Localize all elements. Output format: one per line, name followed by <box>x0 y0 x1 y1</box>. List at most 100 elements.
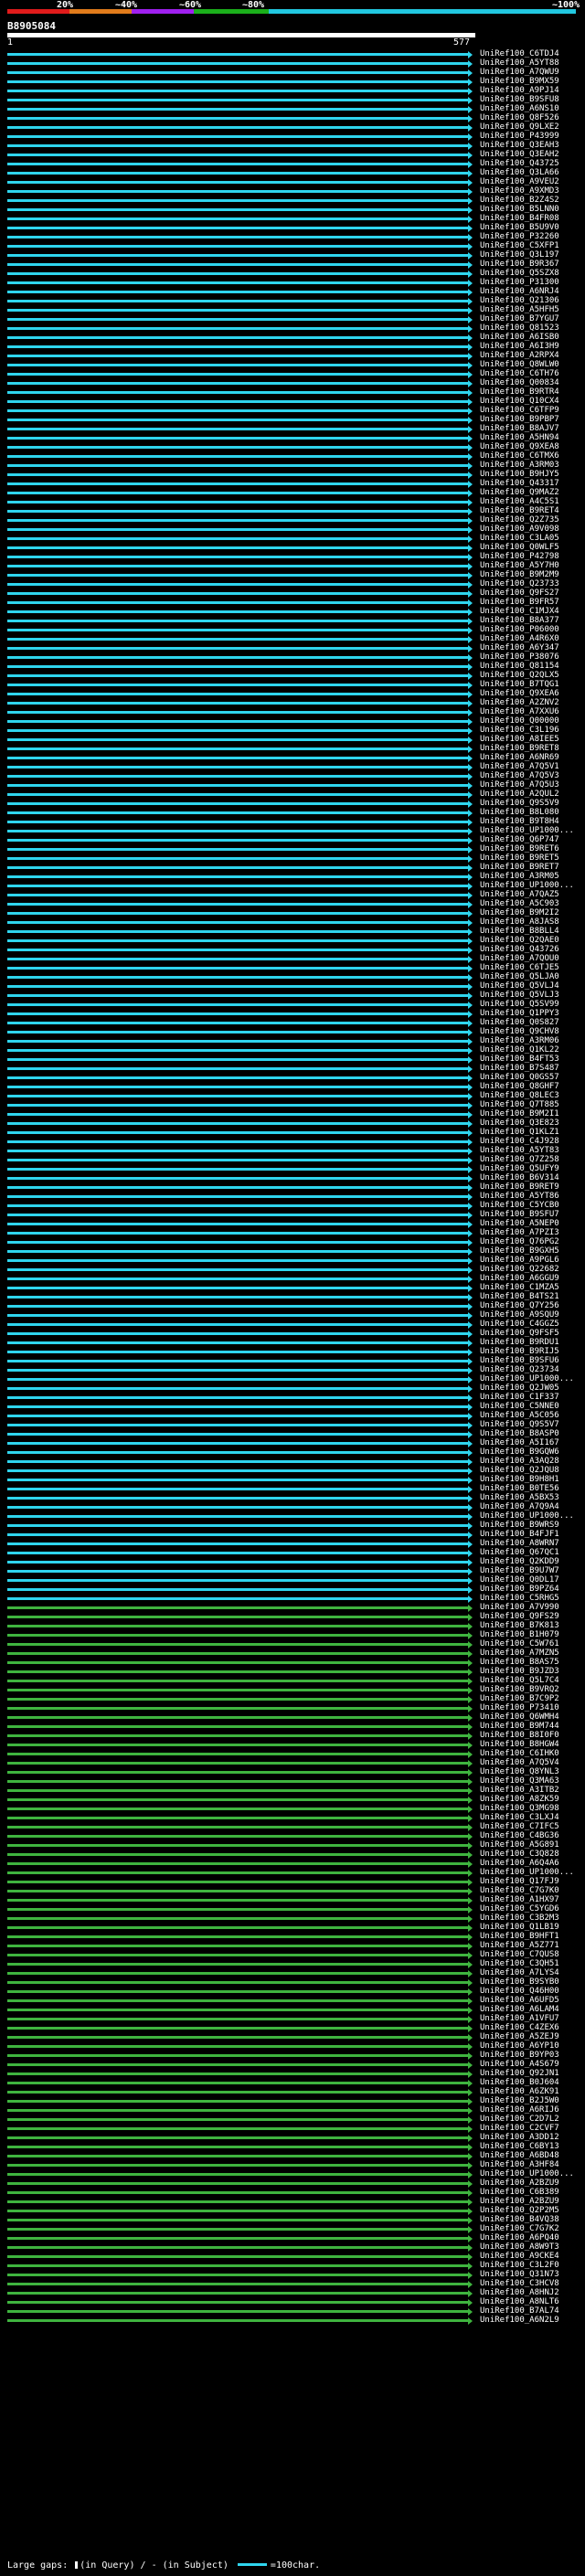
hit-label-link[interactable]: UniRef100_Q9MAZ2 <box>480 488 559 497</box>
hit-alignment-bar[interactable] <box>7 1442 469 1445</box>
hit-alignment-bar[interactable] <box>7 875 469 878</box>
hit-label-link[interactable]: UniRef100_Q9FSF5 <box>480 1329 559 1338</box>
hit-alignment-bar[interactable] <box>7 1488 469 1490</box>
hit-label-link[interactable]: UniRef100_A7MZN5 <box>480 1648 559 1658</box>
hit-label-link[interactable]: UniRef100_A3ITB2 <box>480 1786 559 1795</box>
hit-label-link[interactable]: UniRef100_Q17FJ9 <box>480 1877 559 1886</box>
hit-label-link[interactable]: UniRef100_B9M2I1 <box>480 1109 559 1118</box>
hit-label-link[interactable]: UniRef100_C5YCB0 <box>480 1201 559 1210</box>
hit-alignment-bar[interactable] <box>7 2091 469 2094</box>
hit-alignment-bar[interactable] <box>7 1826 469 1829</box>
hit-label-link[interactable]: UniRef100_C6B389 <box>480 2188 559 2197</box>
hit-alignment-bar[interactable] <box>7 1122 469 1125</box>
hit-label-link[interactable]: UniRef100_Q1KLZ1 <box>480 1128 559 1137</box>
hit-alignment-bar[interactable] <box>7 419 469 421</box>
hit-alignment-bar[interactable] <box>7 473 469 476</box>
hit-alignment-bar[interactable] <box>7 1908 469 1911</box>
hit-alignment-bar[interactable] <box>7 1214 469 1216</box>
hit-label-link[interactable]: UniRef100_C1MJX4 <box>480 607 559 616</box>
hit-alignment-bar[interactable] <box>7 1862 469 1865</box>
hit-label-link[interactable]: UniRef100_Q9XEA6 <box>480 689 559 698</box>
hit-alignment-bar[interactable] <box>7 2100 469 2103</box>
hit-alignment-bar[interactable] <box>7 53 469 56</box>
hit-label-link[interactable]: UniRef100_B4FR08 <box>480 214 559 223</box>
hit-label-link[interactable]: UniRef100_Q2QAE0 <box>480 936 559 945</box>
hit-alignment-bar[interactable] <box>7 1031 469 1034</box>
hit-label-link[interactable]: UniRef100_A7XXU6 <box>480 707 559 716</box>
hit-alignment-bar[interactable] <box>7 1479 469 1481</box>
hit-label-link[interactable]: UniRef100_C5W761 <box>480 1639 559 1648</box>
hit-alignment-bar[interactable] <box>7 1570 469 1573</box>
hit-alignment-bar[interactable] <box>7 1186 469 1189</box>
hit-alignment-bar[interactable] <box>7 199 469 202</box>
hit-alignment-bar[interactable] <box>7 2045 469 2048</box>
hit-label-link[interactable]: UniRef100_B9R367 <box>480 260 559 269</box>
hit-alignment-bar[interactable] <box>7 1597 469 1600</box>
hit-alignment-bar[interactable] <box>7 464 469 467</box>
hit-label-link[interactable]: UniRef100_C3LXJ4 <box>480 1813 559 1822</box>
hit-label-link[interactable]: UniRef100_Q2KDD9 <box>480 1557 559 1566</box>
hit-label-link[interactable]: UniRef100_B8AS75 <box>480 1658 559 1667</box>
hit-label-link[interactable]: UniRef100_A9PJ14 <box>480 86 559 95</box>
hit-label-link[interactable]: UniRef100_A7QOU0 <box>480 954 559 963</box>
hit-label-link[interactable]: UniRef100_B9SYB0 <box>480 1977 559 1987</box>
hit-label-link[interactable]: UniRef100_A7Q9A4 <box>480 1502 559 1511</box>
hit-label-link[interactable]: UniRef100_B4VQ38 <box>480 2215 559 2224</box>
hit-alignment-bar[interactable] <box>7 1680 469 1682</box>
hit-alignment-bar[interactable] <box>7 665 469 668</box>
hit-alignment-bar[interactable] <box>7 144 469 147</box>
hit-alignment-bar[interactable] <box>7 1168 469 1171</box>
hit-alignment-bar[interactable] <box>7 1835 469 1838</box>
hit-label-link[interactable]: UniRef100_Q00834 <box>480 378 559 387</box>
hit-alignment-bar[interactable] <box>7 1131 469 1134</box>
hit-alignment-bar[interactable] <box>7 1387 469 1390</box>
hit-label-link[interactable]: UniRef100_Q5SZX8 <box>480 269 559 278</box>
hit-alignment-bar[interactable] <box>7 2301 469 2304</box>
hit-label-link[interactable]: UniRef100_A5YT83 <box>480 1146 559 1155</box>
hit-label-link[interactable]: UniRef100_Q9LXE2 <box>480 122 559 132</box>
hit-alignment-bar[interactable] <box>7 903 469 906</box>
hit-alignment-bar[interactable] <box>7 830 469 832</box>
hit-alignment-bar[interactable] <box>7 501 469 504</box>
hit-alignment-bar[interactable] <box>7 1076 469 1079</box>
hit-alignment-bar[interactable] <box>7 1561 469 1564</box>
hit-alignment-bar[interactable] <box>7 2310 469 2313</box>
hit-alignment-bar[interactable] <box>7 1817 469 1819</box>
hit-label-link[interactable]: UniRef100_A8JAS8 <box>480 917 559 927</box>
hit-label-link[interactable]: UniRef100_Q5UFY9 <box>480 1164 559 1173</box>
hit-label-link[interactable]: UniRef100_UP1000... <box>480 826 574 835</box>
hit-label-link[interactable]: UniRef100_UP1000... <box>480 2169 574 2178</box>
hit-label-link[interactable]: UniRef100_B9M2M9 <box>480 570 559 579</box>
hit-label-link[interactable]: UniRef100_UP1000... <box>480 881 574 890</box>
hit-label-link[interactable]: UniRef100_B8BLL4 <box>480 927 559 936</box>
hit-label-link[interactable]: UniRef100_A8ZK59 <box>480 1795 559 1804</box>
hit-alignment-bar[interactable] <box>7 546 469 549</box>
hit-label-link[interactable]: UniRef100_B9T8H4 <box>480 817 559 826</box>
hit-label-link[interactable]: UniRef100_C7IFC5 <box>480 1822 559 1831</box>
hit-label-link[interactable]: UniRef100_A5Z771 <box>480 1941 559 1950</box>
hit-alignment-bar[interactable] <box>7 172 469 175</box>
hit-alignment-bar[interactable] <box>7 62 469 65</box>
hit-label-link[interactable]: UniRef100_A6NS10 <box>480 104 559 113</box>
hit-alignment-bar[interactable] <box>7 135 469 138</box>
hit-label-link[interactable]: UniRef100_P06000 <box>480 625 559 634</box>
hit-label-link[interactable]: UniRef100_Q8F526 <box>480 113 559 122</box>
hit-label-link[interactable]: UniRef100_A2BZU9 <box>480 2197 559 2206</box>
hit-label-link[interactable]: UniRef100_Q8LEC3 <box>480 1091 559 1100</box>
hit-alignment-bar[interactable] <box>7 1579 469 1582</box>
hit-label-link[interactable]: UniRef100_B6V314 <box>480 1173 559 1182</box>
hit-alignment-bar[interactable] <box>7 1771 469 1774</box>
hit-label-link[interactable]: UniRef100_C5XFP1 <box>480 241 559 250</box>
hit-alignment-bar[interactable] <box>7 967 469 970</box>
hit-label-link[interactable]: UniRef100_B9RET6 <box>480 844 559 853</box>
hit-alignment-bar[interactable] <box>7 2292 469 2295</box>
hit-alignment-bar[interactable] <box>7 556 469 558</box>
hit-alignment-bar[interactable] <box>7 656 469 659</box>
hit-label-link[interactable]: UniRef100_A6NR69 <box>480 753 559 762</box>
hit-alignment-bar[interactable] <box>7 409 469 412</box>
hit-alignment-bar[interactable] <box>7 930 469 933</box>
hit-label-link[interactable]: UniRef100_Q43726 <box>480 945 559 954</box>
hit-label-link[interactable]: UniRef100_A1HX97 <box>480 1895 559 1904</box>
hit-alignment-bar[interactable] <box>7 565 469 567</box>
hit-alignment-bar[interactable] <box>7 1890 469 1892</box>
